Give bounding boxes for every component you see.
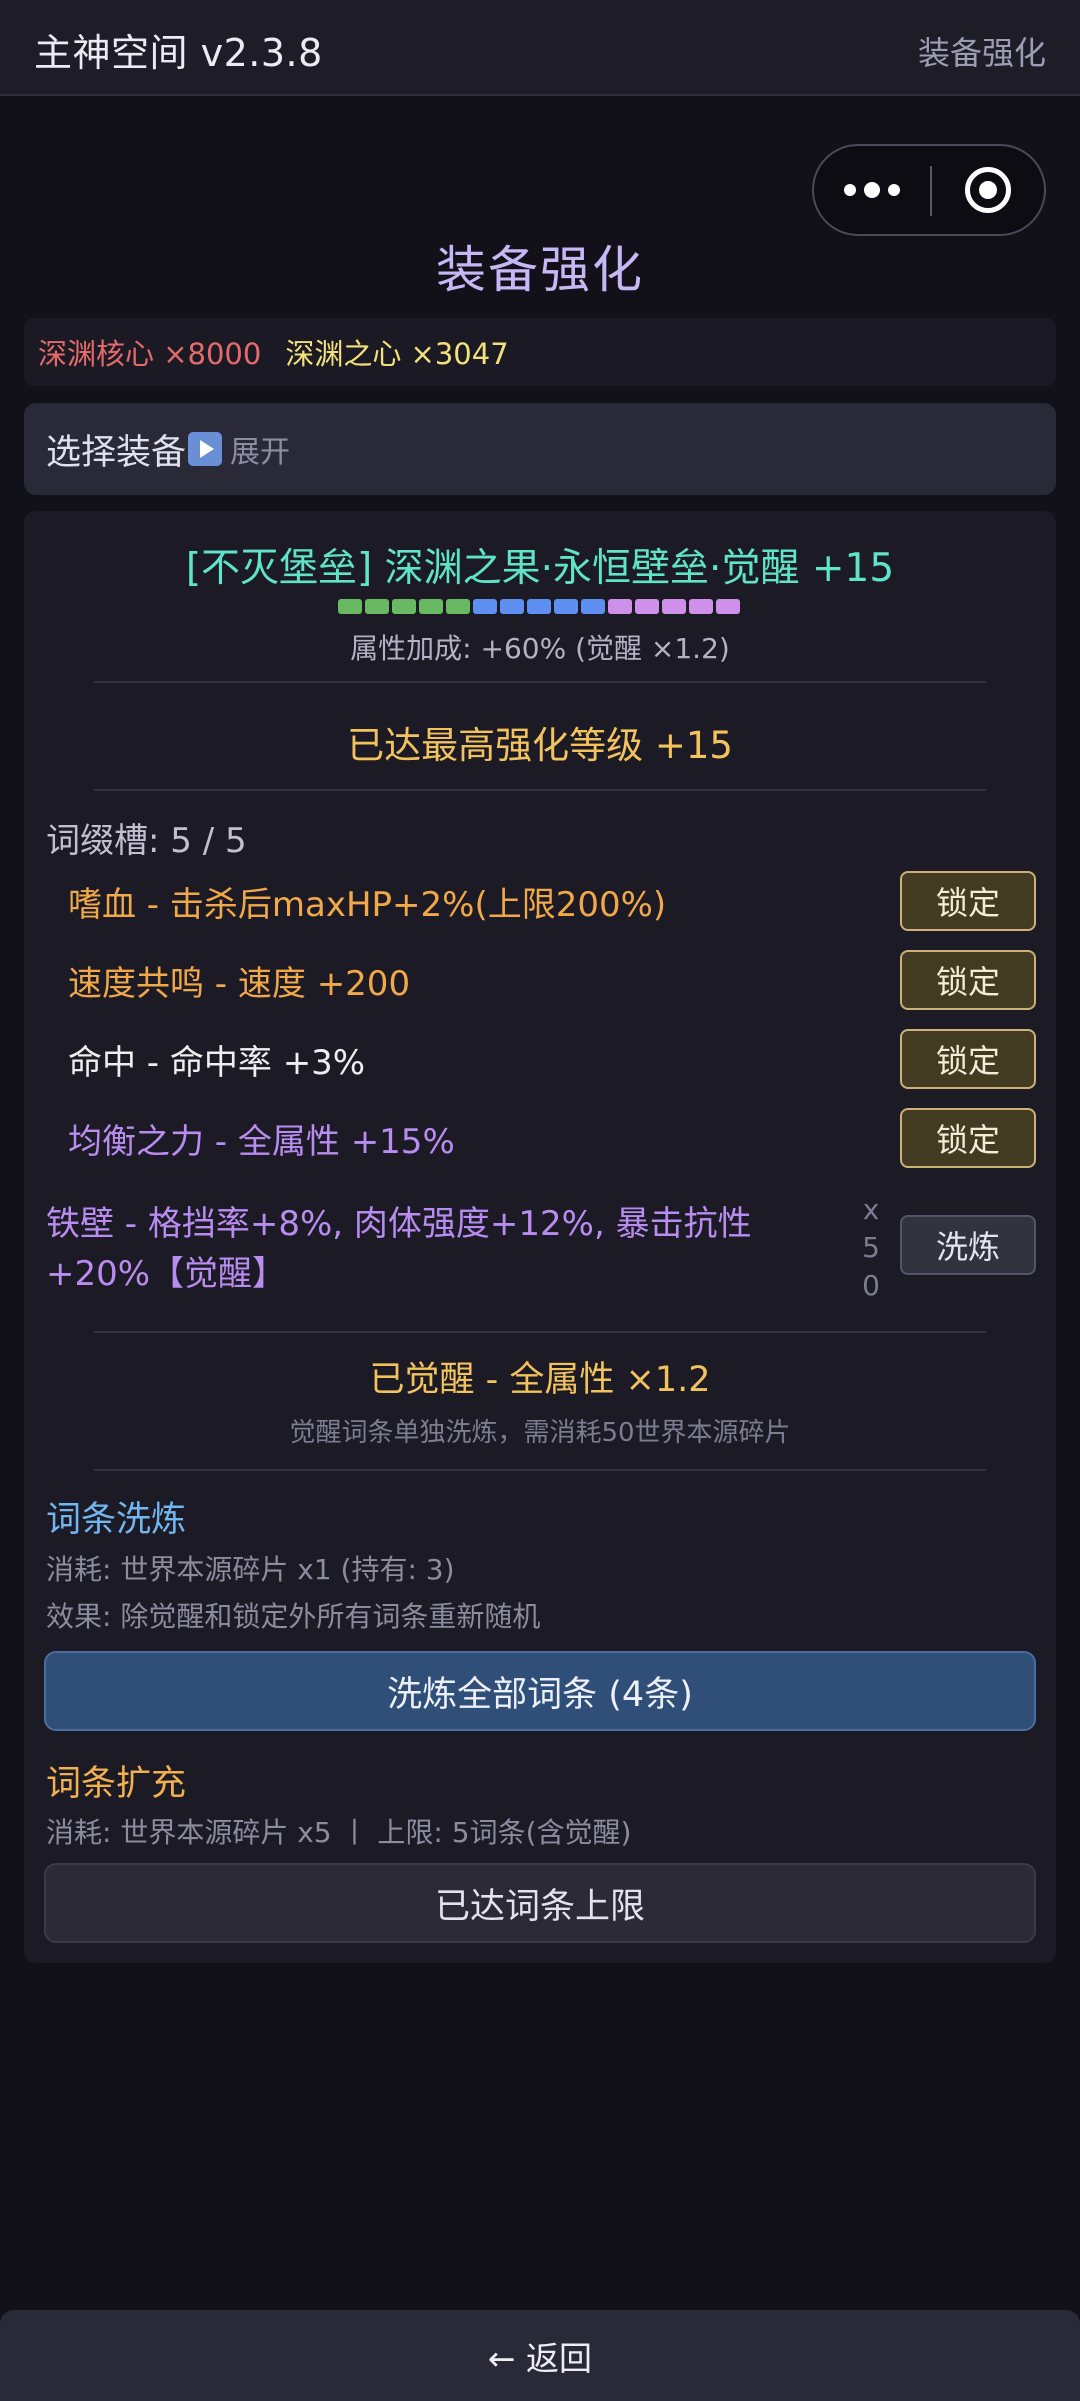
header-page-label: 装备强化 (917, 34, 1046, 72)
level-segment-green (419, 599, 443, 614)
select-equipment-toggle[interactable]: 选择装备 展开 (24, 403, 1056, 495)
divider (94, 681, 986, 683)
affix-item: 命中 - 命中率 +3% (68, 1043, 366, 1083)
level-segment-blue (554, 599, 578, 614)
expand-label: 展开 (230, 435, 291, 470)
level-segment-green (392, 599, 416, 614)
awaken-cost-count: x 5 0 (856, 1191, 886, 1305)
expand-cost: 消耗: 世界本源碎片 x5 丨 上限: 5词条(含觉醒) (46, 1816, 632, 1849)
refine-section-title: 词条洗炼 (46, 1500, 187, 1540)
refine-all-button[interactable]: 洗炼全部词条 (4条) (44, 1651, 1036, 1731)
count-x: x (862, 1193, 880, 1226)
play-icon (188, 432, 223, 466)
level-segment-purple (716, 599, 740, 614)
divider (94, 789, 986, 791)
level-segment-blue (527, 599, 551, 614)
expand-section-title: 词条扩充 (46, 1764, 187, 1804)
awakened-title: 已觉醒 - 全属性 ×1.2 (369, 1360, 711, 1400)
affix-slots: 词缀槽: 5 / 5 (46, 821, 247, 861)
lock-button[interactable]: 锁定 (900, 871, 1036, 931)
level-segment-green (446, 599, 470, 614)
enhance-level-bar (338, 599, 740, 614)
level-segment-purple (635, 599, 659, 614)
top-bar: 主神空间 v2.3.8 装备强化 (0, 0, 1080, 96)
select-equipment-label: 选择装备 (46, 432, 187, 473)
affix-item: 均衡之力 - 全属性 +15% (68, 1122, 455, 1162)
level-segment-green (365, 599, 389, 614)
level-segment-purple (689, 599, 713, 614)
page-title: 装备强化 (436, 241, 644, 299)
refine-cost: 消耗: 世界本源碎片 x1 (持有: 3) (46, 1553, 455, 1586)
awaken-affix: 铁壁 - 格挡率+8%, 肉体强度+12%, 暴击抗性+20%【觉醒】 (46, 1204, 752, 1294)
equipment-card: [不灭堡垒] 深渊之果·永恒壁垒·觉醒 +15 属性加成: +60% (觉醒 ×… (24, 511, 1056, 1963)
max-level-text: 已达最高强化等级 +15 (347, 724, 733, 767)
level-segment-purple (662, 599, 686, 614)
count-digit-0: 0 (862, 1269, 880, 1302)
affix-item: 速度共鸣 - 速度 +200 (68, 964, 411, 1004)
level-segment-blue (473, 599, 497, 614)
lock-button[interactable]: 锁定 (900, 1029, 1036, 1089)
affix-item: 嗜血 - 击杀后maxHP+2%(上限200%) (68, 885, 667, 925)
lock-button[interactable]: 锁定 (900, 1108, 1036, 1168)
currency-bar: 深渊核心 ×8000 深渊之心 ×3047 (24, 318, 1056, 386)
level-segment-purple (608, 599, 632, 614)
awaken-refine-button[interactable]: 洗炼 (900, 1215, 1036, 1275)
refine-effect: 效果: 除觉醒和锁定外所有词条重新随机 (46, 1600, 541, 1633)
lock-button[interactable]: 锁定 (900, 950, 1036, 1010)
close-target-icon[interactable] (932, 146, 1044, 234)
equipment-name: [不灭堡垒] 深渊之果·永恒壁垒·觉醒 +15 (185, 546, 895, 591)
abyss-heart-count: 深渊之心 ×3047 (285, 337, 509, 371)
awakened-note: 觉醒词条单独洗炼，需消耗50世界本源碎片 (289, 1418, 791, 1448)
divider (94, 1331, 986, 1333)
divider (94, 1469, 986, 1471)
level-segment-blue (500, 599, 524, 614)
back-button[interactable]: ← 返回 (0, 2310, 1080, 2401)
affix-limit-button[interactable]: 已达词条上限 (44, 1863, 1036, 1943)
count-digit-5: 5 (862, 1231, 880, 1264)
level-segment-green (338, 599, 362, 614)
attribute-bonus: 属性加成: +60% (觉醒 ×1.2) (350, 632, 730, 665)
more-icon[interactable] (814, 146, 930, 234)
abyss-core-count: 深渊核心 ×8000 (38, 337, 262, 371)
level-segment-blue (581, 599, 605, 614)
app-title: 主神空间 v2.3.8 (34, 31, 323, 75)
capsule-menu (812, 144, 1046, 236)
